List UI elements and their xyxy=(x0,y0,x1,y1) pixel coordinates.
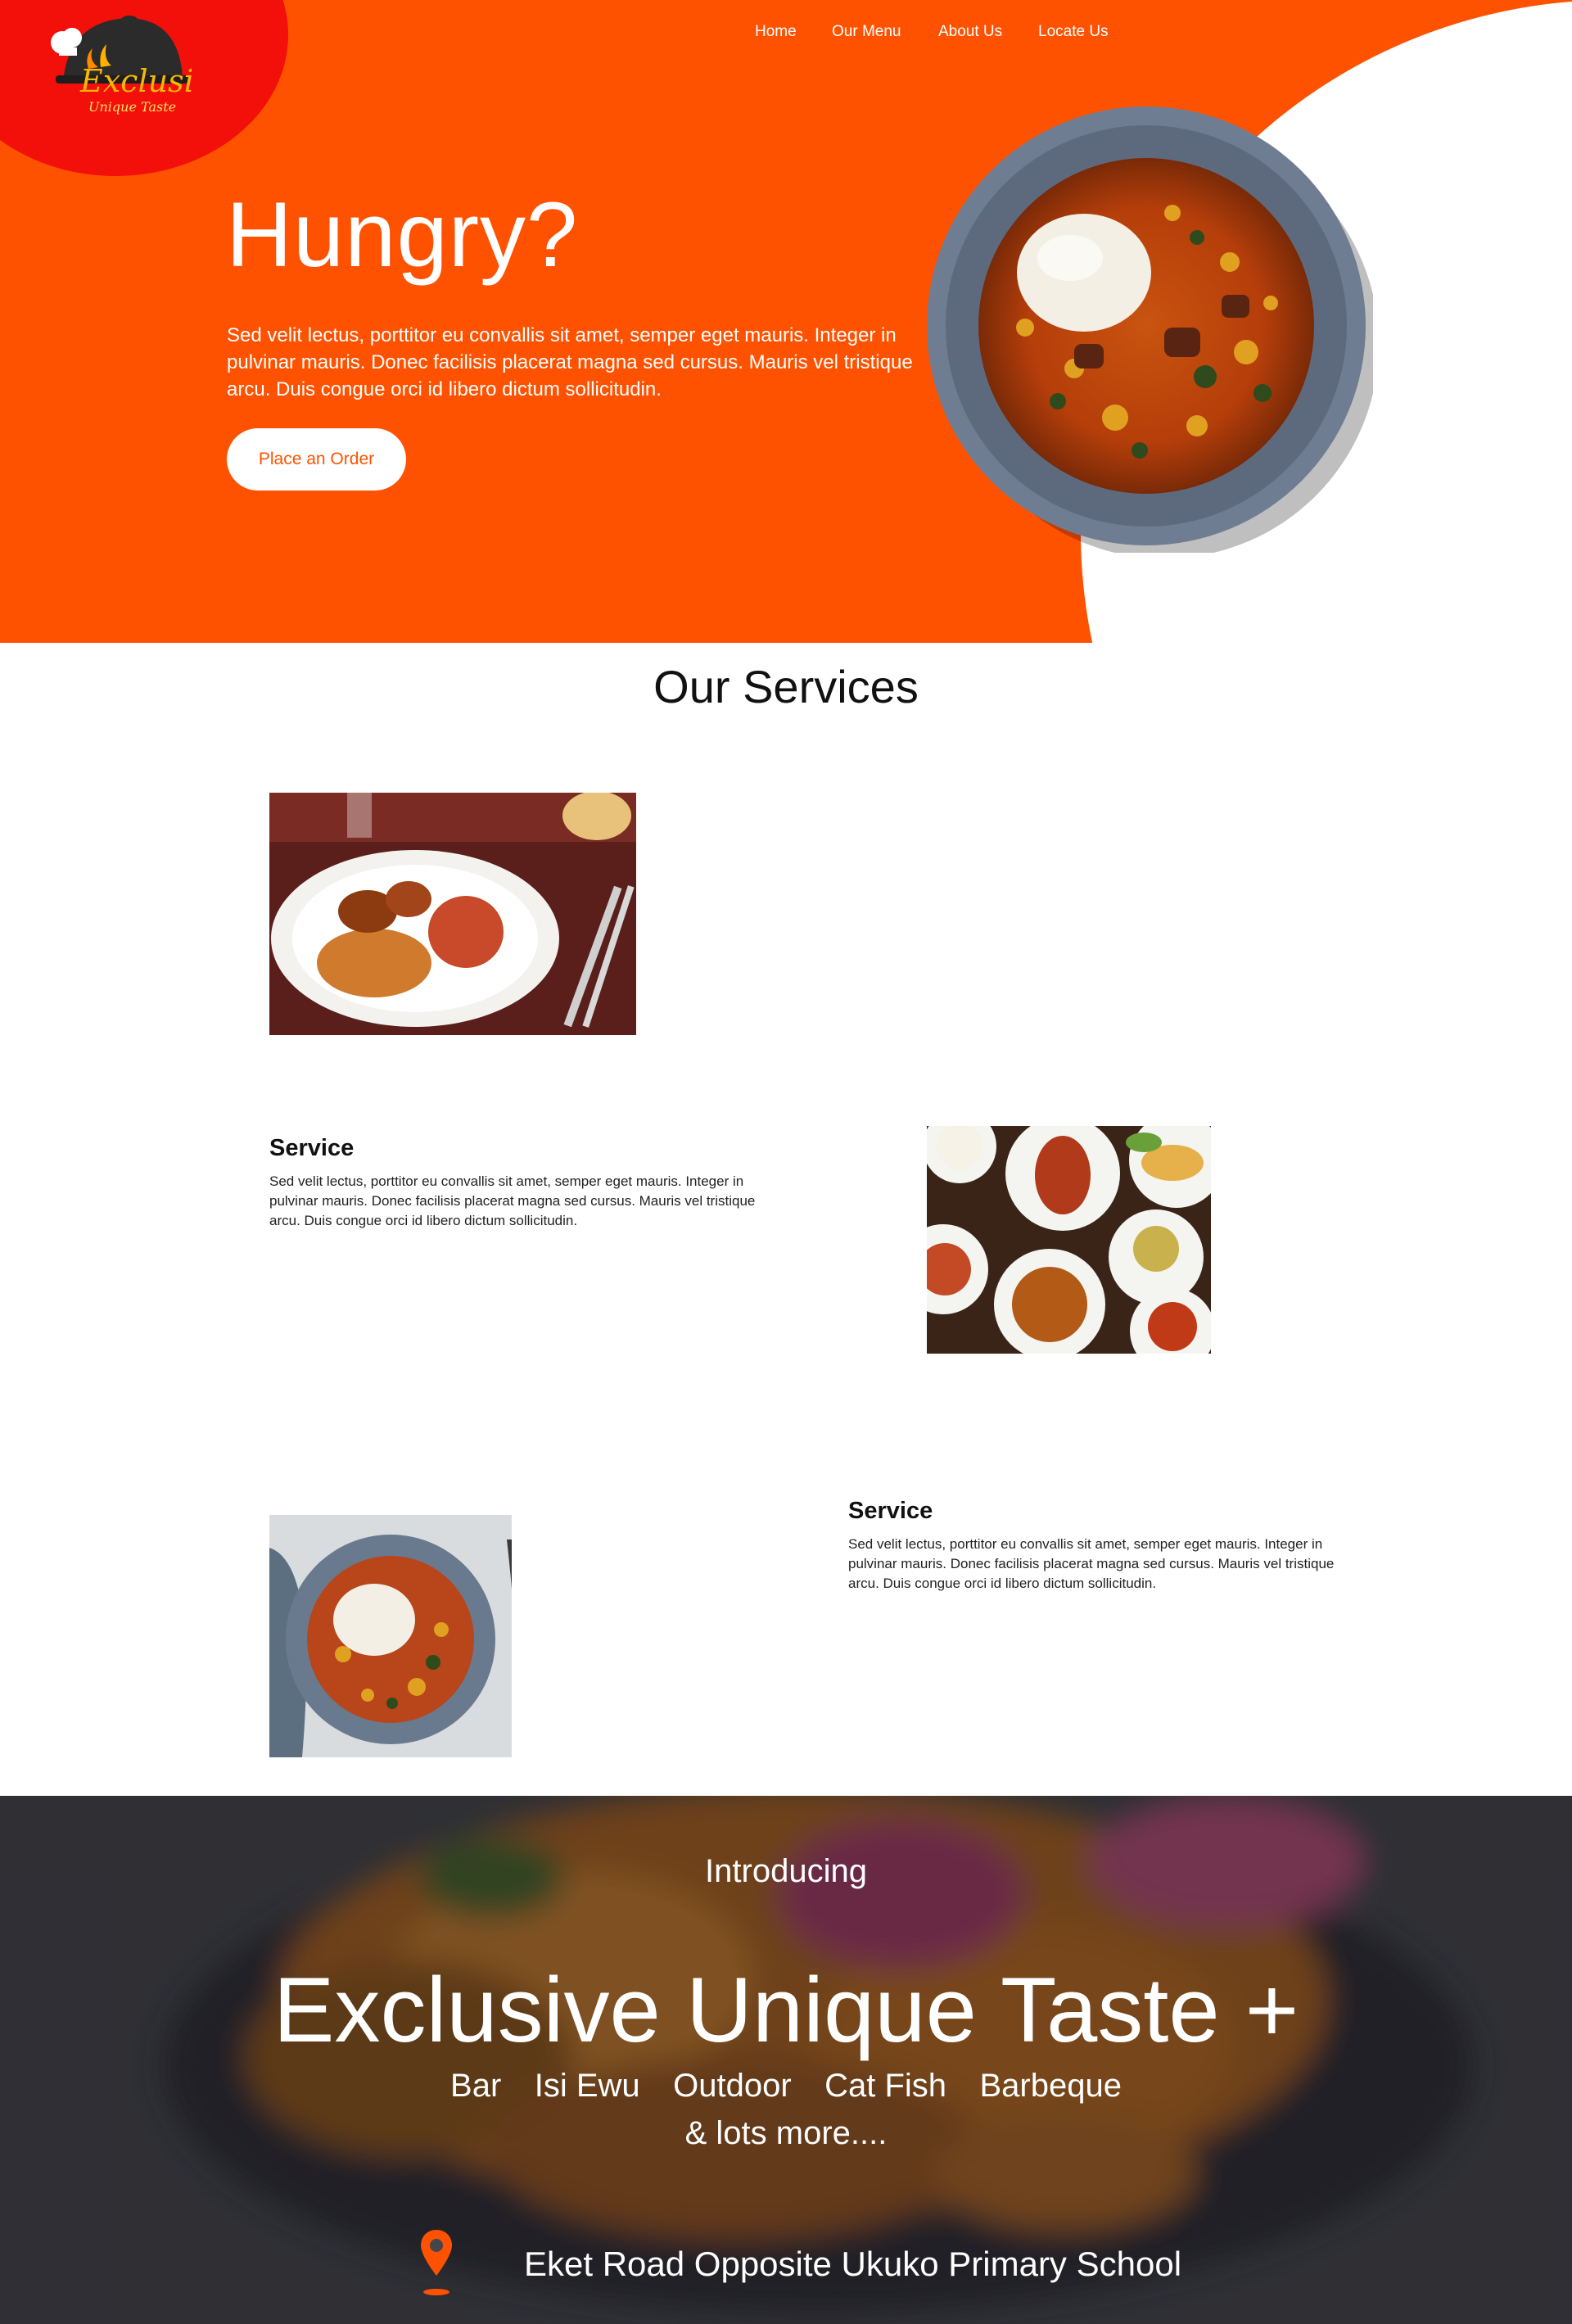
service-heading: Service xyxy=(848,1498,933,1524)
logo-wordmark: Exclusive xyxy=(79,63,192,99)
service-image-jollof-plate xyxy=(269,793,636,1035)
promo-section: Introducing Exclusive Unique Taste + Bar… xyxy=(0,1796,1572,2324)
promo-menu-item: Bar xyxy=(450,2068,502,2104)
promo-menu-item: Barbeque xyxy=(979,2068,1122,2104)
promo-menu-item: Outdoor xyxy=(673,2068,792,2104)
services-title: Our Services xyxy=(653,661,919,712)
service-block-1: Service Sed velit lectus, porttitor eu c… xyxy=(269,1135,777,1231)
nav-our-menu-link[interactable]: Our Menu xyxy=(832,23,901,41)
promo-menu-list: Bar Isi Ewu Outdoor Cat Fish Barbeque xyxy=(0,2068,1572,2105)
promo-more: & lots more.... xyxy=(684,2115,888,2151)
nav-locate-us-link[interactable]: Locate Us xyxy=(1038,23,1109,41)
map-pin-icon xyxy=(421,2230,452,2295)
hero-description: Sed velit lectus, porttitor eu convallis… xyxy=(227,324,913,400)
service-description: Sed velit lectus, porttitor eu convallis… xyxy=(848,1536,1335,1591)
nav-about-us-link[interactable]: About Us xyxy=(938,23,1002,41)
hero-section: Exclusive Unique Taste Home Our Menu Abo… xyxy=(0,0,1572,643)
location-address[interactable]: Eket Road Opposite Ukuko Primary School xyxy=(524,2245,1181,2284)
service-heading: Service xyxy=(269,1135,355,1161)
place-order-button[interactable]: Place an Order xyxy=(227,428,406,491)
service-image-assorted-dishes xyxy=(927,1126,1211,1354)
main-nav: Home Our Menu About Us Locate Us xyxy=(0,23,1572,46)
service-image-egusi-bowl xyxy=(269,1515,512,1757)
hero-dish-image xyxy=(927,106,1373,553)
service-description: Sed velit lectus, porttitor eu convallis… xyxy=(269,1173,756,1228)
promo-intro: Introducing xyxy=(705,1853,867,1889)
nav-home-link[interactable]: Home xyxy=(755,23,797,41)
promo-menu-item: Isi Ewu xyxy=(534,2068,640,2104)
promo-headline: Exclusive Unique Taste + xyxy=(273,1959,1299,2061)
hero-title: Hungry? xyxy=(226,183,579,286)
promo-menu-item: Cat Fish xyxy=(824,2068,947,2104)
logo-tagline: Unique Taste xyxy=(88,99,176,115)
service-block-2: Service Sed velit lectus, porttitor eu c… xyxy=(848,1498,1356,1594)
